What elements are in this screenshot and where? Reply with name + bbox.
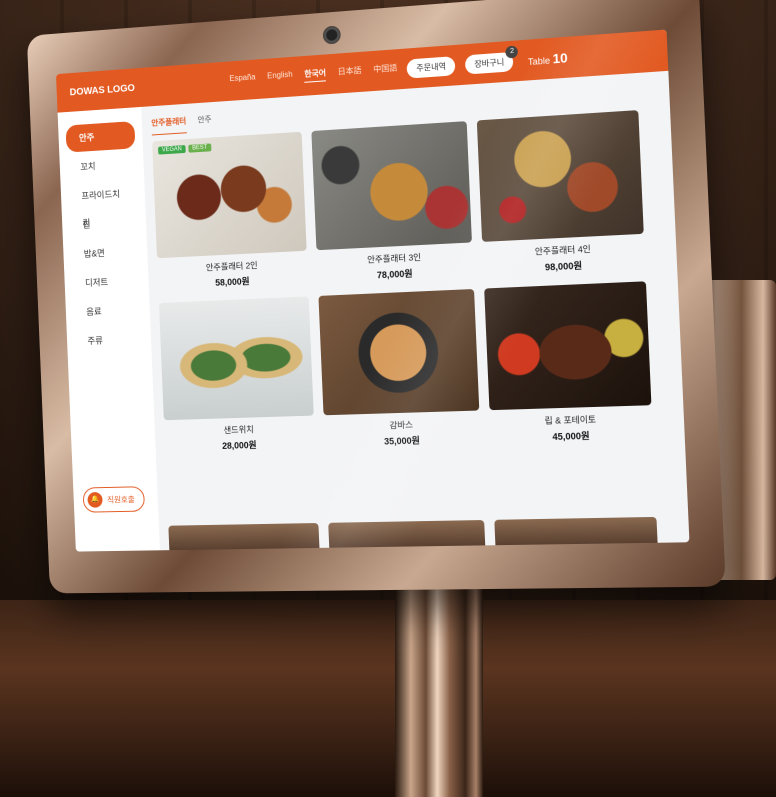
lang-korean[interactable]: 한국어: [304, 67, 327, 83]
staff-call-label: 직원호출: [106, 494, 135, 504]
menu-item-price: 35,000원: [383, 435, 421, 447]
table-number: Table 10: [528, 50, 568, 68]
menu-item-name: 립 & 포테이토: [544, 414, 597, 426]
sidebar-item-drinks[interactable]: 음료: [73, 296, 143, 326]
background-table: [0, 600, 776, 797]
category-sidebar: 안주 꼬치 프라이드치킨 찐 밥&면 디저트 음료 주류 🔔 직원호출: [57, 106, 160, 552]
menu-card[interactable]: 안주플래터 4인 98,000원: [476, 110, 646, 276]
menu-grid: VEGAN BEST 안주플래터 2인 58,000원 안주플래터 3인 78,…: [152, 109, 676, 454]
camera-icon: [322, 25, 342, 45]
vegan-badge: VEGAN: [158, 145, 186, 155]
sidebar-item-rice-noodle[interactable]: 밥&면: [70, 238, 140, 269]
food-photo: [484, 281, 652, 411]
food-photo: [494, 516, 658, 546]
tab-anju[interactable]: 안주: [197, 114, 212, 133]
food-photo: [328, 520, 486, 548]
food-photo: [168, 522, 320, 551]
table-number-value: 10: [552, 49, 568, 66]
staff-call-button[interactable]: 🔔 직원호출: [82, 486, 146, 513]
tab-anju-platter[interactable]: 안주플래터: [151, 115, 187, 136]
cart-label: 장바구니: [474, 57, 505, 69]
sidebar-item-liquor[interactable]: 주류: [74, 325, 144, 355]
menu-card[interactable]: 안주플래터 3인 78,000원: [311, 121, 473, 284]
tablet-screen: DOWAS LOGO España English 한국어 日本語 中国語 주문…: [55, 29, 690, 552]
kiosk-stand-pole: [395, 560, 483, 797]
menu-item-price: 45,000원: [552, 430, 590, 443]
menu-item-price: 28,000원: [221, 440, 257, 451]
sidebar-item-anju[interactable]: 안주: [65, 121, 136, 153]
sidebar-item-fried-chicken[interactable]: 프라이드치킨: [68, 179, 138, 228]
food-photo: [158, 296, 314, 421]
menu-card[interactable]: 립 & 포테이토 45,000원: [484, 281, 653, 444]
menu-card[interactable]: 샌드위치 28,000원: [158, 296, 315, 453]
cart-button[interactable]: 장바구니 2: [464, 44, 519, 75]
food-photo: [311, 121, 472, 251]
lang-chinese[interactable]: 中国語: [373, 62, 397, 78]
menu-item-name: 샌드위치: [223, 424, 254, 436]
brand-logo: DOWAS LOGO: [69, 82, 136, 98]
food-photo: [318, 288, 480, 416]
order-history-button[interactable]: 주문내역: [406, 55, 456, 79]
cart-count-badge: 2: [505, 44, 519, 59]
tablet-frame: DOWAS LOGO España English 한국어 日本語 中国語 주문…: [26, 0, 726, 594]
sidebar-item-skewer[interactable]: 꼬치: [67, 150, 137, 181]
table-prefix: Table: [527, 54, 551, 67]
food-photo: [476, 110, 644, 242]
lang-english[interactable]: English: [267, 70, 293, 86]
language-selector: España English 한국어 日本語 中国語: [229, 62, 397, 88]
lang-japanese[interactable]: 日本語: [338, 65, 362, 81]
sidebar-item-steamed[interactable]: 찐: [69, 209, 139, 240]
food-photo: VEGAN BEST: [152, 131, 307, 259]
menu-item-name: 감바스: [389, 419, 414, 431]
lang-espana[interactable]: España: [229, 72, 256, 88]
bell-icon: 🔔: [87, 491, 103, 508]
menu-content: 안주플래터 안주 VEGAN BEST 안주플래터 2인 58,000원 안주플…: [151, 84, 681, 547]
menu-card[interactable]: 감바스 35,000원: [318, 288, 480, 449]
sidebar-item-dessert[interactable]: 디저트: [72, 267, 142, 297]
menu-card[interactable]: VEGAN BEST 안주플래터 2인 58,000원: [152, 131, 308, 292]
best-badge: BEST: [188, 143, 212, 153]
